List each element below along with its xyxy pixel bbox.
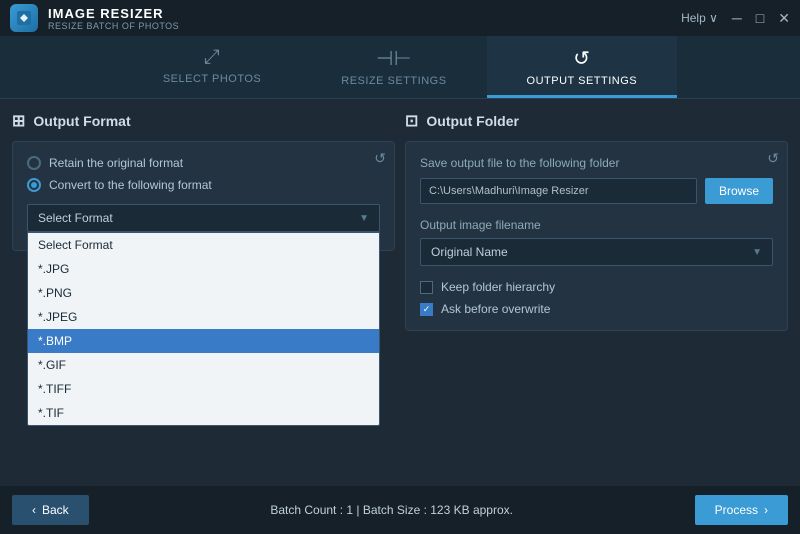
filename-dropdown-arrow-icon: ▼ bbox=[752, 247, 762, 258]
checkbox-group: Keep folder hierarchy Ask before overwri… bbox=[420, 280, 773, 316]
help-button[interactable]: Help ∨ bbox=[681, 11, 718, 25]
retain-original-label: Retain the original format bbox=[49, 156, 183, 170]
output-format-icon: ⊞ bbox=[12, 111, 25, 131]
format-radio-group: Retain the original format Convert to th… bbox=[27, 156, 380, 192]
folder-reset-button[interactable]: ↺ bbox=[767, 150, 779, 167]
filename-dropdown[interactable]: Original Name ▼ bbox=[420, 238, 773, 266]
output-folder-title: Output Folder bbox=[426, 113, 519, 129]
ask-overwrite-checkbox-box bbox=[420, 303, 433, 316]
dropdown-arrow-icon: ▼ bbox=[359, 213, 369, 224]
retain-original-radio[interactable]: Retain the original format bbox=[27, 156, 380, 170]
back-button[interactable]: ‹ Back bbox=[12, 495, 89, 525]
title-bar-left: IMAGE RESIZER RESIZE BATCH OF PHOTOS bbox=[10, 4, 179, 32]
output-format-header: ⊞ Output Format bbox=[12, 111, 395, 131]
minimize-button[interactable]: ─ bbox=[732, 11, 742, 25]
save-folder-label: Save output file to the following folder bbox=[420, 156, 773, 170]
convert-format-label: Convert to the following format bbox=[49, 178, 212, 192]
format-option-png[interactable]: *.PNG bbox=[28, 281, 379, 305]
batch-count-label: Batch Count : bbox=[270, 503, 346, 517]
tab-select-photos-label: SELECT PHOTOS bbox=[163, 73, 261, 85]
format-dropdown-list: Select Format *.JPG *.PNG *.JPEG *.BMP *… bbox=[27, 232, 380, 426]
format-dropdown-container: Select Format ▼ Select Format *.JPG *.PN… bbox=[27, 204, 380, 232]
format-reset-button[interactable]: ↺ bbox=[374, 150, 386, 167]
process-button[interactable]: Process › bbox=[695, 495, 788, 525]
app-title: IMAGE RESIZER bbox=[48, 6, 179, 21]
batch-count-value: 1 bbox=[346, 503, 353, 517]
output-folder-box: ↺ Save output file to the following fold… bbox=[405, 141, 788, 331]
format-dropdown-value: Select Format bbox=[38, 211, 113, 225]
batch-size-label: Batch Size : bbox=[363, 503, 430, 517]
filename-label: Output image filename bbox=[420, 218, 773, 232]
output-folder-header: ⊡ Output Folder bbox=[405, 111, 788, 131]
output-folder-icon: ⊡ bbox=[405, 111, 418, 131]
keep-hierarchy-checkbox-box bbox=[420, 281, 433, 294]
format-dropdown[interactable]: Select Format ▼ bbox=[27, 204, 380, 232]
filename-value: Original Name bbox=[431, 245, 508, 259]
app-subtitle: RESIZE BATCH OF PHOTOS bbox=[48, 21, 179, 31]
tab-resize-settings-label: RESIZE SETTINGS bbox=[341, 75, 446, 87]
nav-tabs: ⤢ SELECT PHOTOS ⊣⊢ RESIZE SETTINGS ↺ OUT… bbox=[0, 36, 800, 99]
format-option-tif[interactable]: *.TIF bbox=[28, 401, 379, 425]
left-panel: ⊞ Output Format ↺ Retain the original fo… bbox=[12, 111, 395, 474]
title-bar: IMAGE RESIZER RESIZE BATCH OF PHOTOS Hel… bbox=[0, 0, 800, 36]
title-bar-controls: Help ∨ ─ □ ✕ bbox=[681, 11, 790, 25]
format-option-bmp[interactable]: *.BMP bbox=[28, 329, 379, 353]
tab-select-photos[interactable]: ⤢ SELECT PHOTOS bbox=[123, 36, 301, 98]
batch-info: Batch Count : 1 | Batch Size : 123 KB ap… bbox=[270, 503, 513, 517]
folder-path-row: C:\Users\Madhuri\Image Resizer Browse bbox=[420, 178, 773, 204]
format-option-select[interactable]: Select Format bbox=[28, 233, 379, 257]
resize-settings-icon: ⊣⊢ bbox=[376, 46, 412, 71]
close-button[interactable]: ✕ bbox=[778, 11, 790, 25]
ask-overwrite-label: Ask before overwrite bbox=[441, 302, 550, 316]
convert-format-radio-circle bbox=[27, 178, 41, 192]
keep-hierarchy-label: Keep folder hierarchy bbox=[441, 280, 555, 294]
back-label: Back bbox=[42, 503, 69, 517]
folder-path-display: C:\Users\Madhuri\Image Resizer bbox=[420, 178, 697, 204]
app-icon bbox=[10, 4, 38, 32]
select-photos-icon: ⤢ bbox=[204, 46, 221, 69]
process-label: Process bbox=[715, 503, 758, 517]
output-format-box: ↺ Retain the original format Convert to … bbox=[12, 141, 395, 251]
title-bar-text: IMAGE RESIZER RESIZE BATCH OF PHOTOS bbox=[48, 6, 179, 31]
ask-overwrite-checkbox[interactable]: Ask before overwrite bbox=[420, 302, 773, 316]
keep-hierarchy-checkbox[interactable]: Keep folder hierarchy bbox=[420, 280, 773, 294]
batch-size-value: 123 KB approx. bbox=[430, 503, 513, 517]
maximize-button[interactable]: □ bbox=[756, 11, 764, 25]
right-panel: ⊡ Output Folder ↺ Save output file to th… bbox=[405, 111, 788, 474]
convert-format-radio[interactable]: Convert to the following format bbox=[27, 178, 380, 192]
browse-button[interactable]: Browse bbox=[705, 178, 773, 204]
process-arrow-icon: › bbox=[764, 503, 768, 517]
format-option-jpg[interactable]: *.JPG bbox=[28, 257, 379, 281]
output-format-title: Output Format bbox=[33, 113, 130, 129]
format-option-gif[interactable]: *.GIF bbox=[28, 353, 379, 377]
tab-output-settings-label: OUTPUT SETTINGS bbox=[527, 75, 638, 87]
tab-output-settings[interactable]: ↺ OUTPUT SETTINGS bbox=[487, 36, 678, 98]
main-content: ⊞ Output Format ↺ Retain the original fo… bbox=[0, 99, 800, 486]
format-option-tiff[interactable]: *.TIFF bbox=[28, 377, 379, 401]
retain-original-radio-circle bbox=[27, 156, 41, 170]
tab-resize-settings[interactable]: ⊣⊢ RESIZE SETTINGS bbox=[301, 36, 486, 98]
bottom-bar: ‹ Back Batch Count : 1 | Batch Size : 12… bbox=[0, 486, 800, 534]
output-settings-icon: ↺ bbox=[573, 46, 590, 71]
back-arrow-icon: ‹ bbox=[32, 503, 36, 517]
format-option-jpeg[interactable]: *.JPEG bbox=[28, 305, 379, 329]
